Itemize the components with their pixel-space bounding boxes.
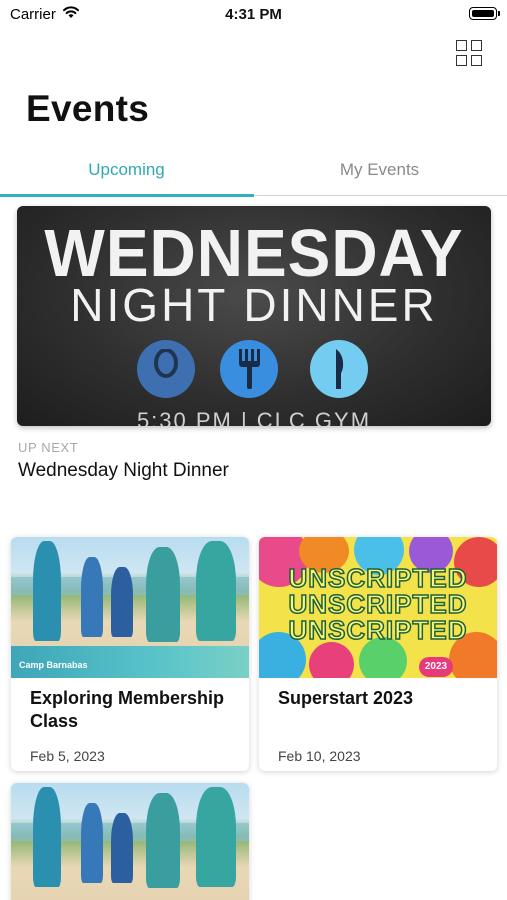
featured-event-banner[interactable]: WEDNESDAY NIGHT DINNER 5:30 PM | CLC GYM (17, 206, 491, 426)
tab-indicator (0, 194, 254, 197)
event-card[interactable]: Camp Barnabas Exploring Membership Class… (11, 537, 249, 771)
tab-upcoming[interactable]: Upcoming (0, 160, 253, 180)
featured-event-title[interactable]: Wednesday Night Dinner (18, 460, 229, 482)
tab-bar: Upcoming My Events (0, 150, 507, 197)
spoon-icon (137, 340, 195, 398)
event-image (11, 783, 249, 900)
banner-subtitle: NIGHT DINNER (70, 279, 438, 331)
clock: 4:31 PM (225, 6, 282, 23)
event-image: UNSCRIPTED UNSCRIPTED UNSCRIPTED 2023 (259, 537, 497, 678)
image-text-3: UNSCRIPTED (288, 614, 468, 646)
grid-icon[interactable] (456, 40, 482, 66)
knife-icon (310, 340, 368, 398)
up-next-label: UP NEXT (18, 440, 79, 455)
status-bar: Carrier 4:31 PM (0, 0, 507, 30)
fork-icon (220, 340, 278, 398)
camp-brand-label: Camp Barnabas (19, 660, 88, 670)
event-card[interactable] (11, 783, 249, 900)
banner-time-location: 5:30 PM | CLC GYM (136, 408, 372, 426)
year-badge: 2023 (419, 657, 453, 677)
event-card[interactable]: UNSCRIPTED UNSCRIPTED UNSCRIPTED 2023 Su… (259, 537, 497, 771)
event-title: Superstart 2023 (278, 688, 414, 708)
tab-my-events[interactable]: My Events (253, 160, 506, 180)
event-image: Camp Barnabas (11, 537, 249, 678)
page-title: Events (26, 88, 150, 129)
battery-icon (469, 7, 500, 20)
event-title: Exploring Membership Class (30, 688, 225, 731)
event-date: Feb 10, 2023 (278, 748, 361, 764)
event-date: Feb 5, 2023 (30, 748, 105, 764)
